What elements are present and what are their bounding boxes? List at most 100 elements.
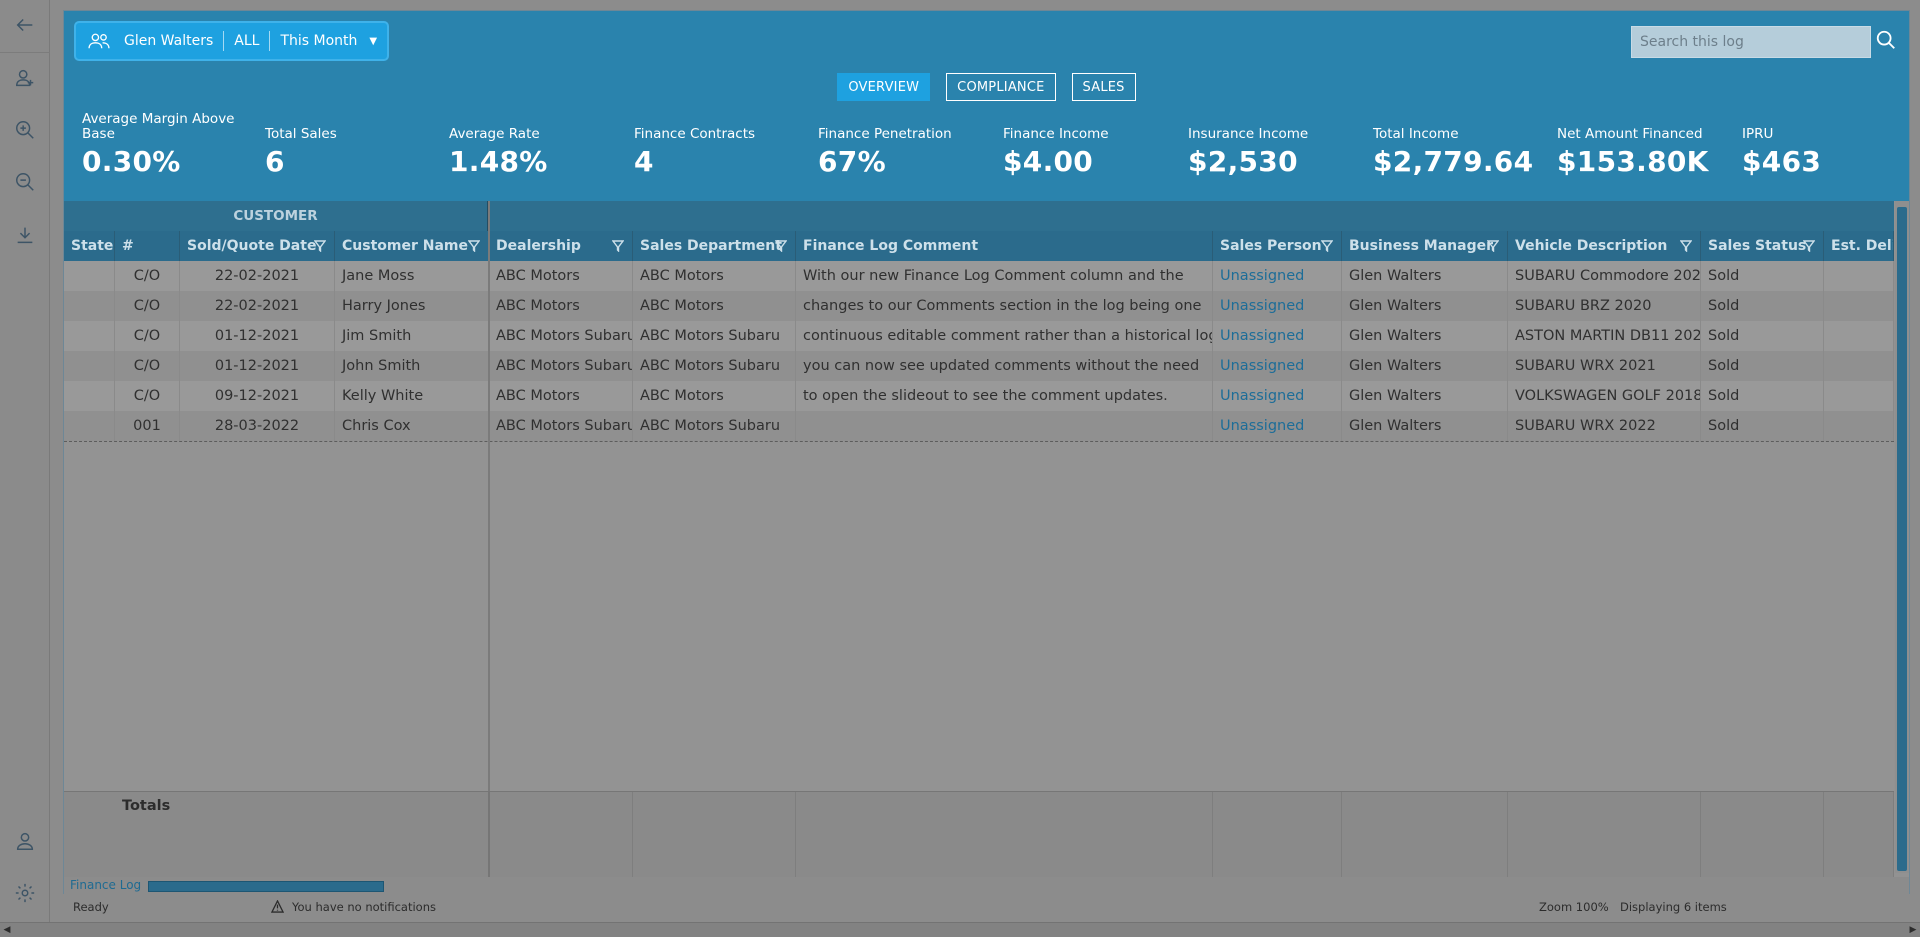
tab-overview[interactable]: OVERVIEW bbox=[837, 73, 931, 101]
filter-scope[interactable]: ALL bbox=[234, 33, 259, 49]
kpi-label: Average Rate bbox=[449, 126, 540, 142]
totals-label: Totals bbox=[122, 798, 171, 814]
column-header-number[interactable]: # bbox=[115, 231, 180, 261]
table-cell: 09-12-2021 bbox=[180, 381, 335, 411]
column-header-state[interactable]: State bbox=[64, 231, 115, 261]
finance-log-grid: CUSTOMER State # Sold/Quote Date Customer N… bbox=[64, 201, 1894, 791]
table-cell: ABC Motors Subaru bbox=[633, 411, 796, 441]
profile-button[interactable] bbox=[0, 816, 50, 866]
column-header-label: Sales Person bbox=[1220, 238, 1322, 254]
table-cell bbox=[1824, 291, 1894, 321]
chevron-down-icon[interactable]: ▼ bbox=[369, 36, 377, 47]
table-cell: Jane Moss bbox=[335, 261, 489, 291]
sales-person-link[interactable]: Unassigned bbox=[1213, 291, 1342, 321]
download-button[interactable] bbox=[0, 210, 50, 260]
column-header-finance-log-comment[interactable]: Finance Log Comment bbox=[796, 231, 1213, 261]
column-header-sold-quote-date[interactable]: Sold/Quote Date bbox=[180, 231, 335, 261]
sales-person-link[interactable]: Unassigned bbox=[1213, 351, 1342, 381]
column-header-business-manager[interactable]: Business Manager bbox=[1342, 231, 1508, 261]
column-header-label: Business Manager bbox=[1349, 238, 1493, 254]
column-header-sales-status[interactable]: Sales Status bbox=[1701, 231, 1824, 261]
horizontal-scrollbar[interactable] bbox=[148, 881, 384, 892]
scroll-left-arrow[interactable]: ◀ bbox=[2, 925, 12, 935]
table-cell: Glen Walters bbox=[1342, 291, 1508, 321]
status-notifications[interactable]: You have no notifications bbox=[292, 900, 436, 914]
filter-icon[interactable] bbox=[467, 240, 481, 253]
column-header-label: State bbox=[71, 238, 114, 254]
kpi-label: Finance Income bbox=[1003, 126, 1109, 142]
kpi-label: Finance Penetration bbox=[818, 126, 952, 142]
filter-icon[interactable] bbox=[1679, 240, 1693, 253]
filter-icon[interactable] bbox=[1802, 240, 1816, 253]
table-cell: Jim Smith bbox=[335, 321, 489, 351]
search-button[interactable] bbox=[1875, 29, 1901, 55]
window-horizontal-scrollbar[interactable]: ◀ ▶ bbox=[0, 922, 1920, 937]
filter-icon[interactable] bbox=[313, 240, 327, 253]
column-header-customer-name[interactable]: Customer Name bbox=[335, 231, 489, 261]
table-cell bbox=[1824, 351, 1894, 381]
column-group-row: CUSTOMER bbox=[64, 201, 1894, 231]
table-row[interactable]: 001 28-03-2022 Chris Cox ABC Motors Subaru A… bbox=[64, 411, 1894, 441]
kpi-ipru: IPRU $463 bbox=[1742, 111, 1920, 179]
users-icon bbox=[88, 33, 110, 49]
table-cell: VOLKSWAGEN GOLF 2018 bbox=[1508, 381, 1701, 411]
filter-icon[interactable] bbox=[611, 240, 625, 253]
scroll-right-arrow[interactable]: ▶ bbox=[1908, 925, 1918, 935]
back-button[interactable] bbox=[0, 0, 50, 50]
sales-person-link[interactable]: Unassigned bbox=[1213, 321, 1342, 351]
kpi-insurance-income: Insurance Income $2,530 bbox=[1188, 111, 1368, 179]
sales-person-link[interactable]: Unassigned bbox=[1213, 411, 1342, 441]
filter-icon[interactable] bbox=[1320, 240, 1334, 253]
frozen-column-divider bbox=[488, 201, 490, 791]
table-cell: ASTON MARTIN DB11 2020 bbox=[1508, 321, 1701, 351]
filter-period[interactable]: This Month bbox=[280, 33, 357, 49]
kpi-label: Total Sales bbox=[265, 126, 337, 142]
table-row[interactable]: C/O 01-12-2021 Jim Smith ABC Motors Subaru A… bbox=[64, 321, 1894, 351]
zoom-out-button[interactable] bbox=[0, 157, 50, 207]
table-row[interactable]: C/O 22-02-2021 Harry Jones ABC Motors ABC Mo… bbox=[64, 291, 1894, 321]
column-header-label: Vehicle Description bbox=[1515, 238, 1668, 254]
tab-compliance[interactable]: COMPLIANCE bbox=[946, 73, 1056, 101]
zoom-in-button[interactable] bbox=[0, 105, 50, 155]
column-header-sales-person[interactable]: Sales Person bbox=[1213, 231, 1342, 261]
table-cell: C/O bbox=[115, 291, 180, 321]
filter-icon[interactable] bbox=[1486, 240, 1500, 253]
user-filter-pill[interactable]: Glen Walters ALL This Month ▼ bbox=[74, 21, 390, 61]
table-cell: changes to our Comments section in the l… bbox=[796, 291, 1213, 321]
tab-sales[interactable]: SALES bbox=[1071, 73, 1136, 101]
filter-icon[interactable] bbox=[774, 240, 788, 253]
table-row[interactable]: C/O 01-12-2021 John Smith ABC Motors Subaru… bbox=[64, 351, 1894, 381]
new-row-separator bbox=[64, 441, 1894, 442]
kpi-label: Finance Contracts bbox=[634, 126, 756, 142]
table-cell: C/O bbox=[115, 381, 180, 411]
sheet-tab-finance-log[interactable]: Finance Log bbox=[70, 878, 141, 892]
table-cell: ABC Motors Subaru bbox=[489, 321, 633, 351]
status-zoom[interactable]: Zoom 100% bbox=[1539, 900, 1609, 914]
column-header-dealership[interactable]: Dealership bbox=[489, 231, 633, 261]
table-cell: ABC Motors bbox=[633, 291, 796, 321]
totals-cell bbox=[1701, 792, 1824, 882]
search-input[interactable]: Search this log bbox=[1631, 26, 1871, 58]
table-cell: ABC Motors bbox=[633, 261, 796, 291]
sales-person-link[interactable]: Unassigned bbox=[1213, 261, 1342, 291]
column-header-vehicle-description[interactable]: Vehicle Description bbox=[1508, 231, 1701, 261]
vertical-scrollbar[interactable] bbox=[1897, 207, 1907, 871]
settings-button[interactable] bbox=[0, 868, 50, 918]
table-cell bbox=[796, 411, 1213, 441]
view-tabs: OVERVIEW COMPLIANCE SALES bbox=[64, 73, 1909, 101]
column-header-est-deliv[interactable]: Est. Deliv bbox=[1824, 231, 1894, 261]
table-cell bbox=[64, 291, 115, 321]
kpi-finance-penetration: Finance Penetration 67% bbox=[818, 111, 998, 179]
kpi-net-amount-financed: Net Amount Financed $153.80K bbox=[1557, 111, 1737, 179]
kpi-label: Total Income bbox=[1373, 126, 1459, 142]
kpi-value: 1.48% bbox=[449, 145, 548, 178]
sales-person-link[interactable]: Unassigned bbox=[1213, 381, 1342, 411]
table-row[interactable]: C/O 22-02-2021 Jane Moss ABC Motors ABC Moto… bbox=[64, 261, 1894, 291]
column-header-sales-department[interactable]: Sales Department bbox=[633, 231, 796, 261]
filter-user[interactable]: Glen Walters bbox=[124, 33, 213, 49]
table-cell: With our new Finance Log Comment column … bbox=[796, 261, 1213, 291]
add-user-button[interactable] bbox=[0, 53, 50, 103]
table-row[interactable]: C/O 09-12-2021 Kelly White ABC Motors ABC Mo… bbox=[64, 381, 1894, 411]
table-cell: C/O bbox=[115, 351, 180, 381]
table-cell: John Smith bbox=[335, 351, 489, 381]
